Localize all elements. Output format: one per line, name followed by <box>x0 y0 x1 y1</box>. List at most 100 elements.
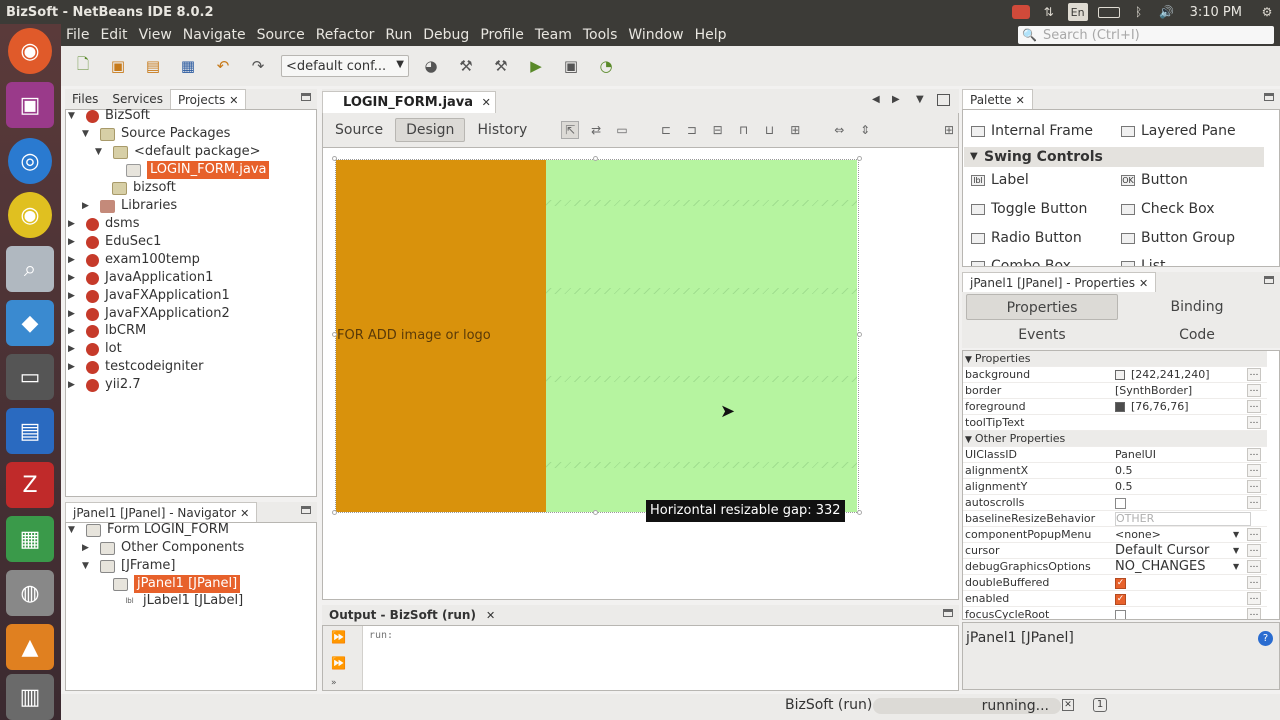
files-icon[interactable]: ▤ <box>6 408 54 454</box>
ellipsis-button[interactable]: … <box>1247 608 1261 619</box>
save-all-icon[interactable]: ▦ <box>175 53 201 79</box>
tree-item[interactable]: ▶ JavaFXApplication2 <box>68 305 230 323</box>
tab-projects[interactable]: Projects ✕ <box>169 89 247 109</box>
property-value[interactable] <box>1115 607 1126 619</box>
tree-item[interactable]: ▶ JavaFXApplication1 <box>68 287 230 305</box>
tree-item[interactable]: ▶ exam100temp <box>68 251 200 269</box>
tree-item[interactable]: lbl jLabel1 [JLabel] <box>122 592 243 610</box>
property-row[interactable]: foreground [76,76,76]… <box>963 399 1267 415</box>
resize-handle[interactable] <box>857 332 862 337</box>
menu-refactor[interactable]: Refactor <box>316 27 375 43</box>
tab-palette[interactable]: Palette ✕ <box>962 89 1033 109</box>
progress-indicator[interactable]: running... <box>873 698 1061 714</box>
resize-handle[interactable] <box>593 510 598 515</box>
debug-icon[interactable]: ▣ <box>558 53 584 79</box>
rerun-icon[interactable]: ⏩ <box>331 630 346 644</box>
tree-item[interactable]: ▶ Other Components <box>82 539 244 557</box>
palette-category-swing-controls[interactable]: ▼ Swing Controls <box>964 147 1264 167</box>
menu-file[interactable]: File <box>66 27 89 43</box>
property-category[interactable]: ▼ Other Properties <box>963 431 1267 447</box>
cancel-task-icon[interactable]: ✕ <box>1062 699 1074 711</box>
menu-window[interactable]: Window <box>628 27 683 43</box>
property-row[interactable]: doubleBuffered ✓… <box>963 575 1267 591</box>
property-row[interactable]: componentPopupMenu <none> ▼… <box>963 527 1267 543</box>
property-row[interactable]: alignmentY 0.5… <box>963 479 1267 495</box>
palette-item[interactable]: OK Button <box>1121 172 1188 188</box>
menu-navigate[interactable]: Navigate <box>183 27 246 43</box>
terminal-icon[interactable]: ▭ <box>6 354 54 400</box>
property-value[interactable]: OTHER <box>1115 512 1251 526</box>
ellipsis-button[interactable]: … <box>1247 544 1261 557</box>
ellipsis-button[interactable]: … <box>1247 528 1261 541</box>
tab-source[interactable]: Source <box>325 119 393 141</box>
tab-services[interactable]: Services <box>105 89 170 109</box>
expand-icon[interactable]: ⊞ <box>940 121 958 139</box>
property-value[interactable]: NO_CHANGES <box>1115 559 1205 575</box>
align-top-icon[interactable]: ⊓ <box>735 121 753 139</box>
tree-item[interactable]: ▶ yii2.7 <box>68 376 141 394</box>
property-value[interactable]: PanelUI <box>1115 447 1156 463</box>
clean-build-icon[interactable]: ⚒ <box>488 53 514 79</box>
property-value[interactable]: 0.5 <box>1115 479 1133 495</box>
minimize-icon[interactable] <box>301 506 311 514</box>
center-horizontal-icon[interactable]: ⊟ <box>709 121 727 139</box>
property-row[interactable]: border [SynthBorder]… <box>963 383 1267 399</box>
property-row[interactable]: focusCycleRoot… <box>963 607 1267 619</box>
calc-icon[interactable]: ▦ <box>6 516 54 562</box>
menu-view[interactable]: View <box>139 27 172 43</box>
ellipsis-button[interactable]: … <box>1247 560 1261 573</box>
ellipsis-button[interactable]: … <box>1247 576 1261 589</box>
close-icon[interactable]: ✕ <box>229 94 238 107</box>
property-value[interactable]: [242,241,240] <box>1115 367 1210 383</box>
menu-tools[interactable]: Tools <box>583 27 618 43</box>
minimize-icon[interactable] <box>301 93 311 101</box>
tab-design[interactable]: Design <box>395 118 466 142</box>
tab-navigator[interactable]: jPanel1 [JPanel] - Navigator ✕ <box>65 502 258 522</box>
resize-vertical-icon[interactable]: ⇕ <box>856 121 874 139</box>
chrome-icon[interactable]: ◉ <box>8 192 52 238</box>
record-indicator-icon[interactable] <box>1011 5 1030 19</box>
align-bottom-icon[interactable]: ⊔ <box>761 121 779 139</box>
tree-item[interactable]: ▼ BizSoft <box>68 107 150 125</box>
tree-item[interactable]: ▶ Libraries <box>82 197 177 215</box>
checkbox-checked[interactable]: ✓ <box>1115 593 1126 605</box>
palette-item[interactable]: Internal Frame <box>971 123 1093 139</box>
property-value[interactable]: [SynthBorder] <box>1115 383 1192 399</box>
close-icon[interactable]: ✕ <box>1139 277 1148 290</box>
tab-files[interactable]: Files <box>65 89 105 109</box>
system-gear-icon[interactable]: ⚙ <box>1258 4 1276 20</box>
resize-handle[interactable] <box>857 156 862 161</box>
jlabel1-logo-label[interactable]: FOR ADD image or logo <box>337 328 491 343</box>
tab-events[interactable]: Events <box>966 322 1118 348</box>
tab-binding[interactable]: Binding <box>1122 294 1272 320</box>
checkbox-unchecked[interactable] <box>1115 497 1126 509</box>
help-icon[interactable]: ? <box>1258 631 1273 646</box>
app-launcher-purple-icon[interactable]: ▣ <box>6 82 54 128</box>
palette-item[interactable]: Toggle Button <box>971 201 1087 217</box>
tree-item[interactable]: bizsoft <box>112 179 176 197</box>
ellipsis-button[interactable]: … <box>1247 400 1261 413</box>
tree-item[interactable]: ▼ Source Packages <box>82 125 230 143</box>
sound-icon[interactable]: 🔊 <box>1158 4 1176 20</box>
property-value[interactable]: Default Cursor <box>1115 543 1209 559</box>
tree-item[interactable]: ▶ lbCRM <box>68 322 146 340</box>
profile-icon[interactable]: ◔ <box>593 53 619 79</box>
tree-item[interactable]: ▶ JavaApplication1 <box>68 269 213 287</box>
property-row[interactable]: background [242,241,240]… <box>963 367 1267 383</box>
palette-item[interactable]: Button Group <box>1121 230 1235 246</box>
minimize-icon[interactable] <box>1264 93 1274 101</box>
center-vertical-icon[interactable]: ⊞ <box>786 121 804 139</box>
tree-item[interactable]: ▼ Form LOGIN_FORM <box>68 521 229 539</box>
magnifier-app-icon[interactable]: ⌕ <box>6 246 54 292</box>
palette-item[interactable]: Radio Button <box>971 230 1082 246</box>
preview-design-icon[interactable]: ▭ <box>613 121 631 139</box>
tree-item[interactable]: ▶ lot <box>68 340 122 358</box>
minimize-icon[interactable] <box>943 609 953 617</box>
redo-icon[interactable]: ↷ <box>245 53 271 79</box>
ubuntu-dash-icon[interactable]: ◉ <box>8 28 52 74</box>
tab-history[interactable]: History <box>467 119 537 141</box>
tab-output[interactable]: Output - BizSoft (run) ✕ <box>322 605 502 625</box>
menu-debug[interactable]: Debug <box>423 27 469 43</box>
checkbox-unchecked[interactable] <box>1115 609 1126 619</box>
selection-mode-icon[interactable]: ⇱ <box>561 121 580 139</box>
